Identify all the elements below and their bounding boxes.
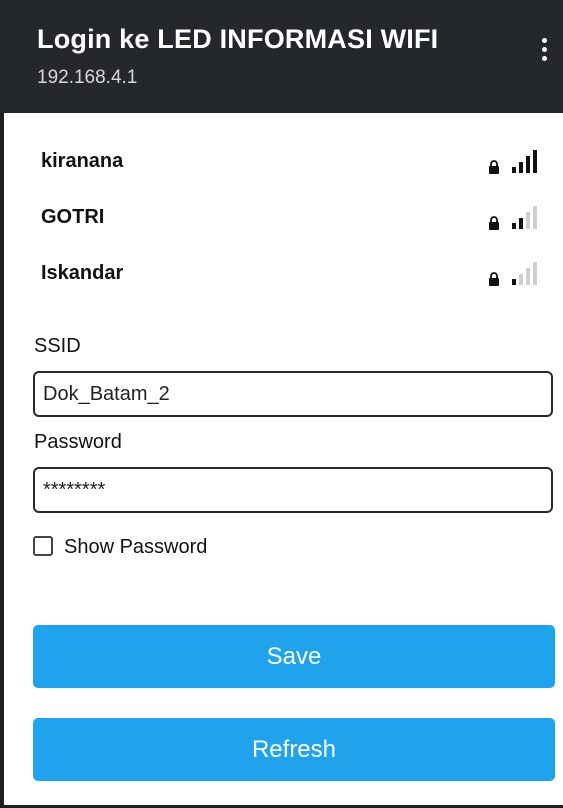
network-name: Iskandar <box>41 262 124 284</box>
page-title: Login ke LED INFORMASI WIFI <box>37 24 439 54</box>
refresh-button[interactable]: Refresh <box>33 718 555 781</box>
ssid-label: SSID <box>34 335 81 357</box>
overflow-menu-icon[interactable] <box>539 38 549 68</box>
signal-strength-icon <box>512 150 537 173</box>
network-name: kiranana <box>41 150 124 172</box>
lock-icon <box>489 272 499 286</box>
window-frame-left <box>0 0 4 808</box>
lock-icon <box>489 216 499 230</box>
show-password-label: Show Password <box>64 536 208 558</box>
network-item[interactable]: GOTRI <box>0 196 563 252</box>
page-subtitle: 192.168.4.1 <box>37 67 138 88</box>
network-list: kiranana GOTRI Iskandar <box>0 140 563 308</box>
app-bar: Login ke LED INFORMASI WIFI 192.168.4.1 <box>0 0 563 113</box>
lock-icon <box>489 160 499 174</box>
save-button[interactable]: Save <box>33 625 555 688</box>
signal-strength-icon <box>512 206 537 229</box>
signal-strength-icon <box>512 262 537 285</box>
network-item[interactable]: kiranana <box>0 140 563 196</box>
network-item[interactable]: Iskandar <box>0 252 563 308</box>
network-name: GOTRI <box>41 206 105 228</box>
password-input[interactable] <box>33 467 553 513</box>
ssid-input[interactable] <box>33 371 553 417</box>
show-password-checkbox[interactable] <box>33 536 53 556</box>
password-label: Password <box>34 431 122 453</box>
